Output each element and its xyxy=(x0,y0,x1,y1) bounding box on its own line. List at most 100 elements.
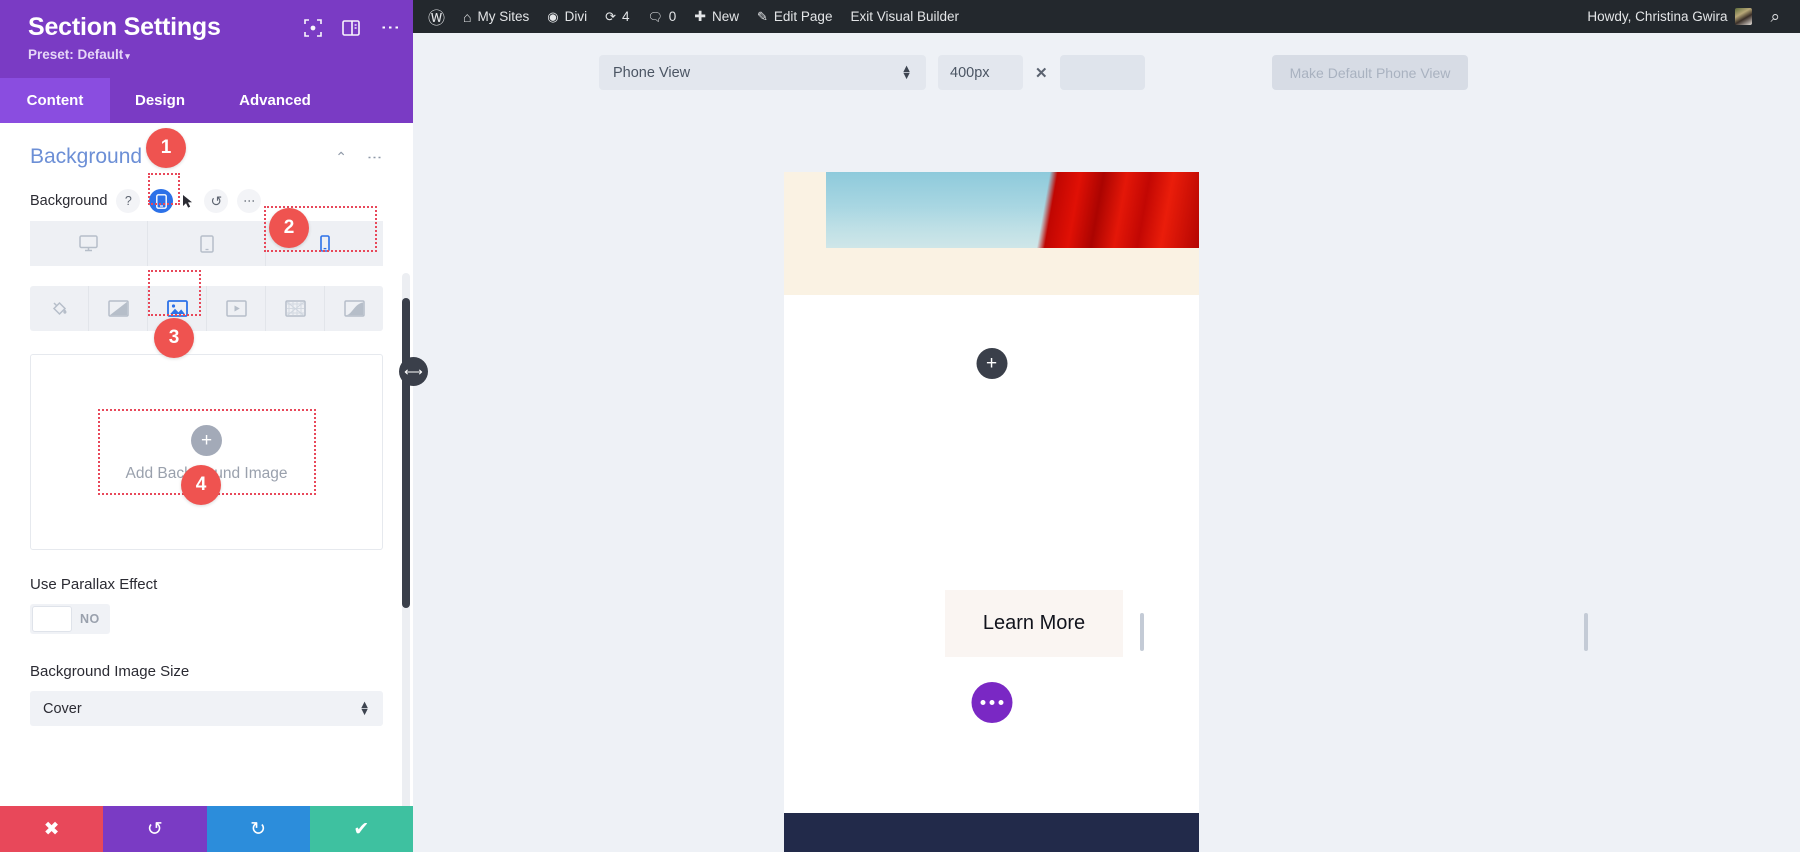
exit-visual-builder-label: Exit Visual Builder xyxy=(850,9,959,24)
app-root: Ⓦ ⌂ My Sites ◉ Divi ⟳ 4 🗨 0 xyxy=(0,0,1800,852)
preset-label: Preset: Default xyxy=(28,47,123,62)
make-default-label: Make Default Phone View xyxy=(1290,65,1451,81)
annotation-badge-1: 1 xyxy=(146,128,186,168)
cursor-icon[interactable] xyxy=(182,194,195,209)
edit-page-menu[interactable]: ✎ Edit Page xyxy=(748,0,841,33)
view-mode-select[interactable]: Phone View ▲▼ xyxy=(599,55,926,90)
hero-background-image xyxy=(826,172,1199,248)
panel-scrollbar-thumb[interactable] xyxy=(402,298,410,608)
background-field-controls: Background ? ↺ ⋮ xyxy=(30,189,383,213)
view-mode-value: Phone View xyxy=(613,65,690,81)
redo-icon: ↻ xyxy=(250,818,266,841)
dot-2-icon xyxy=(989,700,994,705)
layout-columns-icon[interactable] xyxy=(342,19,360,37)
toggle-knob xyxy=(32,606,72,632)
save-button[interactable]: ✔ xyxy=(310,806,413,852)
wordpress-logo-icon: Ⓦ xyxy=(428,4,445,29)
close-icon: ✖ xyxy=(44,818,60,841)
dot-1-icon xyxy=(980,700,985,705)
panel-resize-handle[interactable]: ⟷ xyxy=(399,357,428,386)
chevron-updown-icon: ▲▼ xyxy=(901,66,912,80)
howdy-user-menu[interactable]: Howdy, Christina Gwira xyxy=(1578,0,1756,33)
admin-bar-right: Howdy, Christina Gwira ⌕ xyxy=(1578,0,1788,33)
panel-action-bar: ✖ ↺ ↻ ✔ xyxy=(0,806,413,852)
chevron-updown-icon: ▲▼ xyxy=(359,702,370,716)
my-sites-menu[interactable]: ⌂ My Sites xyxy=(454,0,538,33)
preview-resize-left-handle[interactable] xyxy=(1140,613,1144,651)
wordpress-admin-bar: Ⓦ ⌂ My Sites ◉ Divi ⟳ 4 🗨 0 xyxy=(413,0,1800,33)
bg-type-pattern[interactable] xyxy=(266,286,325,331)
viewport-height-input[interactable] xyxy=(1060,55,1145,90)
divi-gauge-icon: ◉ xyxy=(547,9,558,25)
annotation-badge-4: 4 xyxy=(181,465,221,505)
annotation-4-number: 4 xyxy=(196,474,207,496)
divi-menu[interactable]: ◉ Divi xyxy=(538,0,596,33)
make-default-phone-view-button[interactable]: Make Default Phone View xyxy=(1272,55,1469,90)
tab-design[interactable]: Design xyxy=(110,78,210,123)
panel-kebab-icon[interactable]: ⋮ xyxy=(380,18,399,37)
preview-resize-right-handle[interactable] xyxy=(1584,613,1588,651)
howdy-label: Howdy, Christina Gwira xyxy=(1587,9,1727,24)
preview-canvas: + Learn More xyxy=(784,172,1199,852)
background-section-title: Background xyxy=(30,145,142,169)
annotation-badge-2: 2 xyxy=(269,208,309,248)
panel-header-icons: ⋮ xyxy=(304,18,399,37)
wordpress-logo-button[interactable]: Ⓦ xyxy=(419,0,454,33)
device-breakpoint-tabs xyxy=(30,221,383,266)
new-label: New xyxy=(712,9,739,24)
updates-refresh-icon: ⟳ xyxy=(605,9,616,25)
sites-house-icon: ⌂ xyxy=(463,9,471,25)
cancel-button[interactable]: ✖ xyxy=(0,806,103,852)
divi-label: Divi xyxy=(565,9,588,24)
new-content-menu[interactable]: ✚ New xyxy=(685,0,748,33)
background-field-label: Background xyxy=(30,193,107,209)
bg-type-video[interactable] xyxy=(207,286,266,331)
parallax-label: Use Parallax Effect xyxy=(30,576,383,593)
focus-icon[interactable] xyxy=(304,19,322,37)
edit-page-label: Edit Page xyxy=(774,9,833,24)
redo-button[interactable]: ↻ xyxy=(207,806,310,852)
bg-type-mask[interactable] xyxy=(325,286,383,331)
panel-header: Section Settings Preset: Default▾ xyxy=(0,0,413,78)
reset-icon[interactable]: ↺ xyxy=(204,189,228,213)
updates-menu[interactable]: ⟳ 4 xyxy=(596,0,638,33)
add-module-button[interactable]: + xyxy=(976,348,1007,379)
learn-more-label: Learn More xyxy=(983,612,1085,635)
background-type-tabs xyxy=(30,286,383,331)
annotation-badge-3: 3 xyxy=(154,318,194,358)
chevron-up-icon[interactable]: ⌃ xyxy=(335,149,347,166)
section-settings-panel: Section Settings Preset: Default▾ xyxy=(0,0,413,852)
preview-frame: + Learn More xyxy=(784,172,1199,852)
help-icon[interactable]: ? xyxy=(116,189,140,213)
hero-section xyxy=(784,172,1199,295)
updates-count: 4 xyxy=(622,9,630,24)
background-image-size-select[interactable]: Cover ▲▼ xyxy=(30,691,383,726)
device-tab-tablet[interactable] xyxy=(148,221,266,266)
section-header-controls: ⌃ ⋮ xyxy=(335,149,383,166)
section-kebab-icon[interactable]: ⋮ xyxy=(365,150,383,165)
phone-icon[interactable] xyxy=(149,189,173,213)
check-icon: ✔ xyxy=(353,818,369,841)
exit-visual-builder-button[interactable]: Exit Visual Builder xyxy=(841,0,968,33)
bg-type-color[interactable] xyxy=(30,286,89,331)
tab-advanced[interactable]: Advanced xyxy=(210,78,340,123)
tab-content[interactable]: Content xyxy=(0,78,110,123)
undo-button[interactable]: ↺ xyxy=(103,806,206,852)
viewport-width-input[interactable]: 400px xyxy=(938,55,1023,90)
section-options-button[interactable] xyxy=(971,682,1012,723)
background-image-size-label: Background Image Size xyxy=(30,663,383,680)
search-button[interactable]: ⌕ xyxy=(1766,0,1784,33)
comments-menu[interactable]: 🗨 0 xyxy=(639,0,686,33)
parallax-toggle[interactable]: NO xyxy=(30,604,110,634)
learn-more-button[interactable]: Learn More xyxy=(945,590,1123,657)
chevron-down-icon: ▾ xyxy=(125,51,130,61)
plus-icon: + xyxy=(191,425,222,456)
background-image-size-group: Background Image Size Cover ▲▼ xyxy=(30,663,383,726)
empty-module-area: + xyxy=(784,295,1199,517)
device-tab-desktop[interactable] xyxy=(30,221,148,266)
comments-count: 0 xyxy=(669,9,677,24)
tab-content-label: Content xyxy=(27,92,84,109)
field-kebab-icon[interactable]: ⋮ xyxy=(237,189,261,213)
preset-selector[interactable]: Preset: Default▾ xyxy=(28,47,393,62)
bg-type-gradient[interactable] xyxy=(89,286,148,331)
